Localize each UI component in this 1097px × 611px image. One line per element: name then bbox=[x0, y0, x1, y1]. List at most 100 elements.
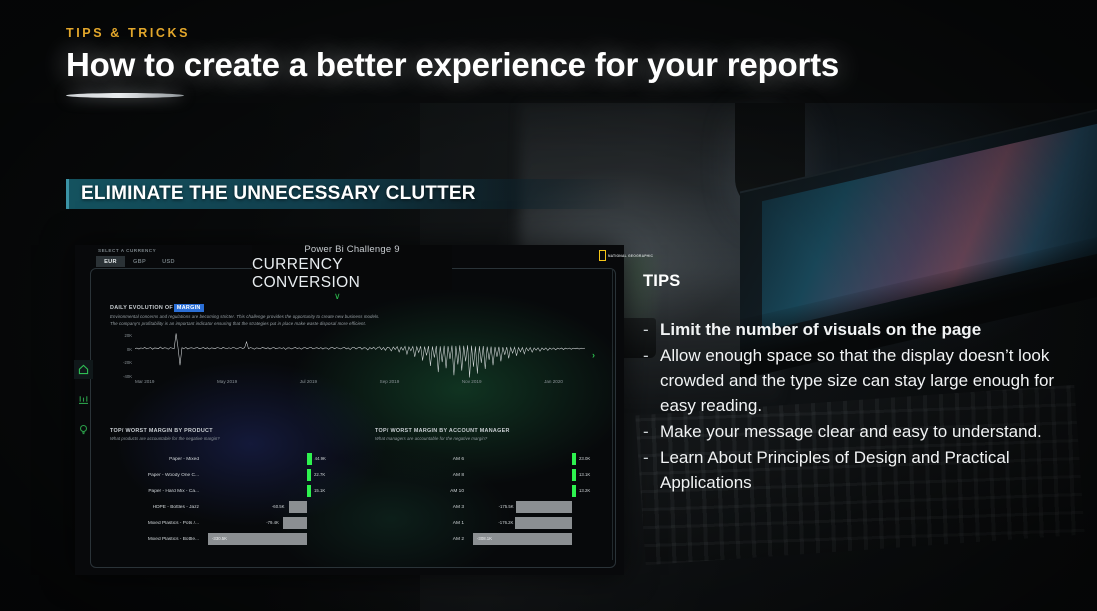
tip-text: Learn About Principles of Design and Pra… bbox=[660, 448, 1010, 492]
bar-chart-row[interactable]: Paper - Woody One C... 22.7K bbox=[110, 467, 360, 483]
bar-segment bbox=[307, 485, 311, 497]
bar-value-label: -176.2K bbox=[498, 520, 514, 525]
tips-list: - Limit the number of visuals on the page… bbox=[643, 317, 1058, 495]
section-banner: ELIMINATE THE UNNECESSARY CLUTTER bbox=[66, 179, 626, 209]
bar-value-label: 44.9K bbox=[314, 456, 326, 461]
lightbulb-icon[interactable] bbox=[74, 420, 93, 439]
bar-chart-icon[interactable] bbox=[74, 390, 93, 409]
bar-value-label: 13.1K bbox=[579, 472, 591, 477]
bar-value-label: 15.1K bbox=[314, 488, 326, 493]
tip-bullet-marker: - bbox=[643, 448, 649, 467]
logo-wordmark: NATIONAL GEOGRAPHIC bbox=[608, 253, 654, 258]
bar-chart-row[interactable]: HDPE - Bottles - Jazz -60.5K bbox=[110, 499, 360, 515]
bar-category-label: Mixed Plastics - Pots /... bbox=[147, 520, 199, 526]
bar-segment bbox=[572, 453, 576, 465]
tip-item: - Learn About Principles of Design and Pr… bbox=[643, 445, 1058, 495]
dashboard-subtitle: Power Bi Challenge 9 bbox=[304, 243, 400, 255]
bar-category-label: AM 3 bbox=[452, 504, 464, 510]
bar-segment bbox=[572, 485, 576, 497]
am-chart-title: TOP/ WORST MARGIN BY ACCOUNT MANAGER bbox=[375, 428, 510, 434]
bar-track: -330.5K bbox=[206, 531, 360, 547]
bar-segment bbox=[572, 469, 576, 481]
product-chart-subtitle: What products are accountable for the ne… bbox=[110, 436, 220, 441]
brand-logo: NATIONAL GEOGRAPHIC bbox=[599, 250, 653, 261]
bar-segment bbox=[515, 501, 572, 513]
tips-heading: TIPS bbox=[643, 272, 681, 290]
bar-segment bbox=[283, 517, 307, 529]
bar-category-label: Paper - Woody One C... bbox=[147, 472, 199, 478]
bar-chart-row[interactable]: AM 1 -176.2K bbox=[375, 515, 625, 531]
logo-rectangle-icon bbox=[599, 250, 606, 261]
bar-chart-row[interactable]: Mixed Plastics - Bottle... -330.5K bbox=[110, 531, 360, 547]
tip-text: Allow enough space so that the display d… bbox=[660, 346, 1055, 415]
bar-track: 15.1K bbox=[206, 483, 360, 499]
line-chart-svg bbox=[135, 333, 585, 379]
bar-chart-row[interactable]: AM 6 23.0K bbox=[375, 451, 625, 467]
x-tick-3: Sep 2019 bbox=[379, 379, 400, 384]
currency-selector[interactable]: EUR GBP USD bbox=[96, 256, 183, 267]
bar-value-label: 13.2K bbox=[579, 488, 591, 493]
line-chart-plot bbox=[135, 333, 585, 379]
bar-track: 44.9K bbox=[206, 451, 360, 467]
bar-category-label: AM 1 bbox=[452, 520, 464, 526]
currency-tab-eur[interactable]: EUR bbox=[96, 256, 125, 267]
bar-chart-row[interactable]: AM 8 13.1K bbox=[375, 467, 625, 483]
description-line-1: Environmental concerns and regulations a… bbox=[110, 314, 380, 319]
bar-track: 13.2K bbox=[471, 483, 625, 499]
bar-value-label: 23.0K bbox=[579, 456, 591, 461]
am-chart-rows: AM 6 23.0K AM 8 13.1K AM 10 13.2K AM 3 -175.5K A… bbox=[375, 451, 625, 547]
y-tick-2: -20K bbox=[123, 360, 132, 366]
margin-by-product-chart: TOP/ WORST MARGIN BY PRODUCT What produc… bbox=[110, 428, 360, 547]
line-chart-x-axis: Mar 2019 May 2019 Jul 2019 Sep 2019 Nov … bbox=[135, 379, 585, 389]
currency-selector-label: SELECT A CURRENCY bbox=[98, 248, 157, 253]
line-chart-y-axis: 20K 0K -20K -40K bbox=[110, 333, 132, 379]
bar-category-label: HDPE - Bottles - Jazz bbox=[152, 504, 199, 510]
bar-chart-row[interactable]: AM 3 -175.5K bbox=[375, 499, 625, 515]
dashboard-title-card: Power Bi Challenge 9 CURRENCY CONVERSION bbox=[252, 243, 452, 291]
tip-text: Limit the number of visuals on the page bbox=[660, 320, 982, 339]
currency-tab-gbp[interactable]: GBP bbox=[125, 256, 154, 267]
x-tick-1: May 2019 bbox=[216, 379, 238, 384]
y-tick-0: 20K bbox=[124, 333, 132, 338]
slide-root: TIPS & TRICKS How to create a better exp… bbox=[0, 0, 1097, 611]
line-chart-description: Environmental concerns and regulations a… bbox=[110, 313, 510, 327]
currency-tab-usd[interactable]: USD bbox=[154, 256, 183, 267]
tips-panel: TIPS - Limit the number of visuals on the… bbox=[643, 272, 1058, 496]
x-tick-4: Nov 2019 bbox=[461, 379, 482, 384]
bar-track: -60.5K bbox=[206, 499, 360, 515]
x-tick-0: Mar 2019 bbox=[135, 379, 155, 384]
bar-track: 23.0K bbox=[471, 451, 625, 467]
bar-segment bbox=[307, 469, 311, 481]
bar-chart-row[interactable]: AM 2 -308.1K bbox=[375, 531, 625, 547]
bar-segment bbox=[288, 501, 307, 513]
bar-track: 22.7K bbox=[206, 467, 360, 483]
bar-category-label: AM 6 bbox=[452, 456, 464, 462]
next-page-arrow-icon[interactable]: › bbox=[592, 350, 595, 360]
tip-bullet-marker: - bbox=[643, 346, 649, 365]
daily-margin-chart: 20K 0K -20K -40K Mar 2019 May 2019 Jul 2… bbox=[110, 333, 585, 385]
line-chart-title-highlight[interactable]: MARGIN bbox=[173, 304, 204, 312]
bar-chart-row[interactable]: AM 10 13.2K bbox=[375, 483, 625, 499]
bar-chart-row[interactable]: Mixed Plastics - Pots /... -79.4K bbox=[110, 515, 360, 531]
bar-value-label: -79.4K bbox=[266, 520, 279, 525]
bar-chart-row[interactable]: Paper - Hard Mix - Ca... 15.1K bbox=[110, 483, 360, 499]
kicker-label: TIPS & TRICKS bbox=[66, 26, 191, 40]
tip-item: - Limit the number of visuals on the page bbox=[643, 317, 1058, 342]
tip-item: - Make your message clear and easy to und… bbox=[643, 419, 1058, 444]
bar-value-label: -308.1K bbox=[477, 536, 493, 541]
chevron-down-icon[interactable]: ∨ bbox=[334, 291, 341, 302]
bar-value-label: -330.5K bbox=[212, 536, 228, 541]
product-chart-title: TOP/ WORST MARGIN BY PRODUCT bbox=[110, 428, 213, 434]
margin-by-account-manager-chart: TOP/ WORST MARGIN BY ACCOUNT MANAGER Wha… bbox=[375, 428, 625, 547]
bar-category-label: AM 2 bbox=[452, 536, 464, 542]
tip-bullet-marker: - bbox=[643, 422, 649, 441]
bar-value-label: -175.5K bbox=[498, 504, 514, 509]
home-icon[interactable] bbox=[74, 360, 93, 379]
bar-category-label: Paper - Hard Mix - Ca... bbox=[148, 488, 199, 494]
bar-track: 13.1K bbox=[471, 467, 625, 483]
bar-category-label: Mixed Plastics - Bottle... bbox=[147, 536, 199, 542]
dashboard-nav-rail[interactable] bbox=[74, 360, 93, 439]
bar-chart-row[interactable]: Paper - Mixed 44.9K bbox=[110, 451, 360, 467]
section-banner-text: ELIMINATE THE UNNECESSARY CLUTTER bbox=[81, 183, 476, 204]
bar-track: -176.2K bbox=[471, 515, 625, 531]
